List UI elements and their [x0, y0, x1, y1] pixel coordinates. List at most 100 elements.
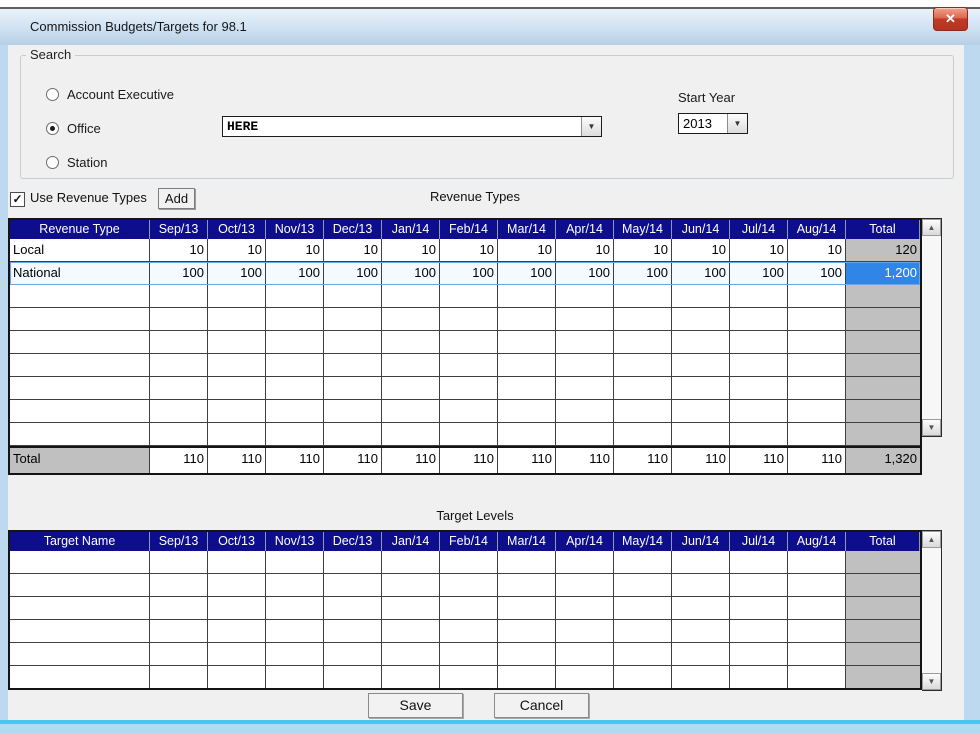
value-cell[interactable] — [324, 666, 382, 688]
row-name-cell[interactable] — [10, 423, 150, 445]
value-cell[interactable] — [208, 620, 266, 642]
value-cell[interactable] — [266, 597, 324, 619]
value-cell[interactable] — [788, 331, 846, 353]
row-name-cell[interactable] — [10, 620, 150, 642]
radio-account-executive[interactable]: Account Executive — [46, 86, 174, 102]
value-cell[interactable] — [208, 354, 266, 376]
value-cell[interactable] — [266, 620, 324, 642]
value-cell[interactable] — [208, 551, 266, 573]
value-cell[interactable] — [440, 377, 498, 399]
value-cell[interactable] — [730, 643, 788, 665]
value-cell[interactable] — [498, 620, 556, 642]
value-cell[interactable]: 100 — [324, 262, 382, 284]
value-cell[interactable]: 10 — [614, 239, 672, 261]
value-cell[interactable] — [382, 620, 440, 642]
radio-circle-icon[interactable] — [46, 156, 59, 169]
row-name-cell[interactable] — [10, 643, 150, 665]
revenue-table-scrollbar[interactable]: ▲ ▼ — [922, 218, 942, 437]
value-cell[interactable] — [556, 666, 614, 688]
value-cell[interactable] — [614, 331, 672, 353]
value-cell[interactable] — [614, 285, 672, 307]
scroll-up-button[interactable]: ▲ — [922, 531, 941, 548]
value-cell[interactable] — [730, 400, 788, 422]
value-cell[interactable] — [382, 400, 440, 422]
value-cell[interactable] — [788, 666, 846, 688]
value-cell[interactable] — [324, 551, 382, 573]
value-cell[interactable] — [730, 597, 788, 619]
value-cell[interactable]: 100 — [730, 262, 788, 284]
value-cell[interactable] — [440, 597, 498, 619]
value-cell[interactable] — [382, 643, 440, 665]
value-cell[interactable] — [266, 308, 324, 330]
value-cell[interactable] — [614, 643, 672, 665]
value-cell[interactable] — [150, 331, 208, 353]
row-total-cell[interactable] — [846, 354, 920, 376]
value-cell[interactable] — [208, 308, 266, 330]
value-cell[interactable]: 100 — [440, 262, 498, 284]
value-cell[interactable] — [498, 423, 556, 445]
value-cell[interactable] — [672, 423, 730, 445]
empty-row[interactable] — [10, 400, 920, 423]
target-table-scrollbar[interactable]: ▲ ▼ — [922, 530, 942, 691]
value-cell[interactable] — [150, 400, 208, 422]
value-cell[interactable] — [556, 285, 614, 307]
value-cell[interactable] — [440, 308, 498, 330]
value-cell[interactable] — [150, 643, 208, 665]
value-cell[interactable] — [672, 377, 730, 399]
value-cell[interactable] — [440, 400, 498, 422]
value-cell[interactable] — [150, 597, 208, 619]
value-cell[interactable] — [382, 285, 440, 307]
value-cell[interactable] — [556, 551, 614, 573]
empty-row[interactable] — [10, 423, 920, 446]
value-cell[interactable] — [498, 551, 556, 573]
empty-row[interactable] — [10, 574, 920, 597]
value-cell[interactable]: 10 — [730, 239, 788, 261]
value-cell[interactable] — [382, 308, 440, 330]
value-cell[interactable] — [614, 377, 672, 399]
row-name-cell[interactable]: National — [10, 262, 150, 284]
row-name-cell[interactable]: Local — [10, 239, 150, 261]
value-cell[interactable] — [730, 331, 788, 353]
row-name-cell[interactable] — [10, 331, 150, 353]
value-cell[interactable] — [208, 331, 266, 353]
row-total-cell[interactable] — [846, 620, 920, 642]
value-cell[interactable] — [440, 551, 498, 573]
value-cell[interactable]: 10 — [788, 239, 846, 261]
value-cell[interactable] — [730, 551, 788, 573]
row-total-cell[interactable] — [846, 551, 920, 573]
start-year-combobox[interactable]: 2013 ▼ — [678, 113, 748, 134]
value-cell[interactable] — [208, 597, 266, 619]
value-cell[interactable]: 10 — [440, 239, 498, 261]
row-total-cell[interactable] — [846, 423, 920, 445]
row-total-cell[interactable] — [846, 597, 920, 619]
value-cell[interactable] — [730, 377, 788, 399]
value-cell[interactable] — [266, 354, 324, 376]
value-cell[interactable]: 100 — [498, 262, 556, 284]
cancel-button[interactable]: Cancel — [494, 693, 589, 718]
value-cell[interactable]: 10 — [324, 239, 382, 261]
radio-circle-icon[interactable] — [46, 88, 59, 101]
value-cell[interactable] — [672, 643, 730, 665]
value-cell[interactable] — [324, 354, 382, 376]
value-cell[interactable] — [614, 620, 672, 642]
value-cell[interactable] — [556, 308, 614, 330]
value-cell[interactable] — [556, 354, 614, 376]
value-cell[interactable] — [266, 331, 324, 353]
value-cell[interactable] — [382, 597, 440, 619]
value-cell[interactable]: 100 — [672, 262, 730, 284]
value-cell[interactable] — [672, 400, 730, 422]
value-cell[interactable] — [672, 597, 730, 619]
value-cell[interactable] — [788, 597, 846, 619]
value-cell[interactable] — [672, 620, 730, 642]
value-cell[interactable] — [498, 597, 556, 619]
value-cell[interactable] — [150, 666, 208, 688]
value-cell[interactable] — [150, 285, 208, 307]
value-cell[interactable] — [150, 354, 208, 376]
value-cell[interactable] — [730, 574, 788, 596]
radio-circle-selected-icon[interactable] — [46, 122, 59, 135]
empty-row[interactable] — [10, 666, 920, 688]
row-total-cell[interactable] — [846, 400, 920, 422]
value-cell[interactable] — [730, 354, 788, 376]
value-cell[interactable] — [498, 285, 556, 307]
value-cell[interactable] — [672, 331, 730, 353]
